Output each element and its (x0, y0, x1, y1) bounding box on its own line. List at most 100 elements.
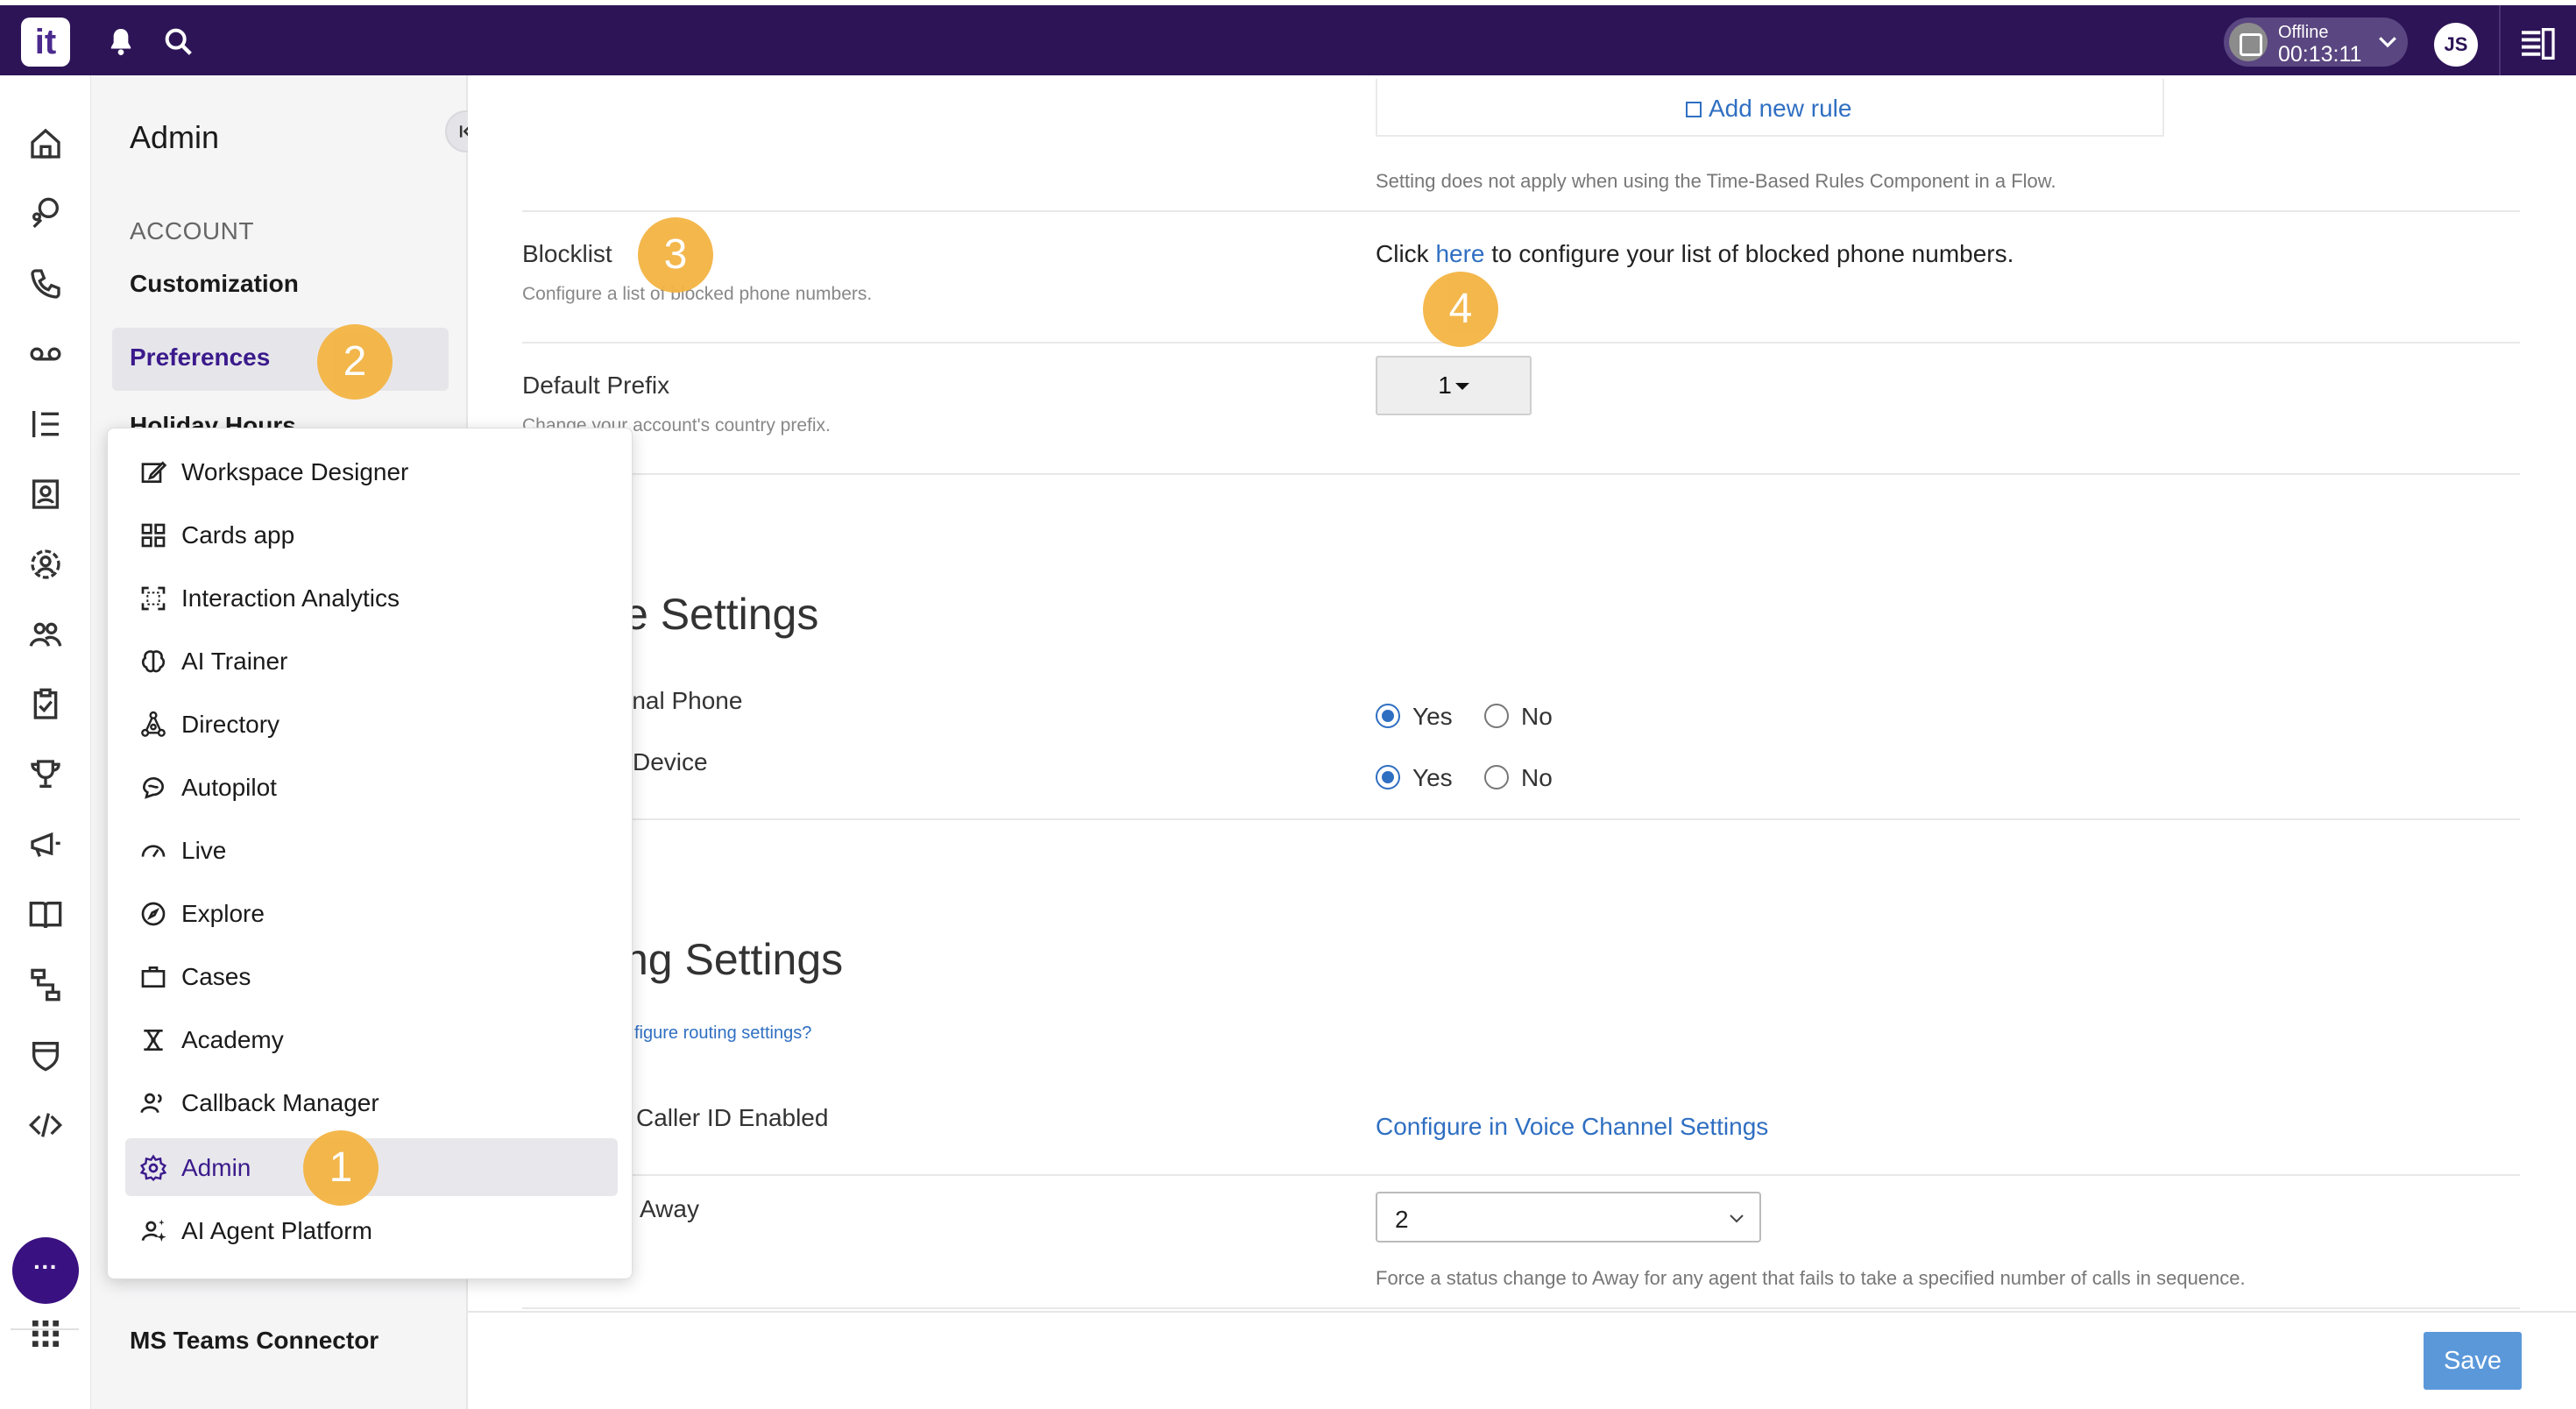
search-icon[interactable] (161, 25, 196, 60)
list-icon[interactable] (28, 407, 63, 442)
routing-settings-title: ng Settings (624, 935, 844, 984)
callout-badge-1: 1 (303, 1130, 379, 1206)
menu-item-label: Callback Manager (181, 1089, 379, 1116)
academy-icon (144, 1030, 163, 1051)
menu-item-callback-manager[interactable]: Callback Manager (108, 1075, 633, 1131)
menu-item-cases[interactable]: Cases (108, 949, 633, 1005)
device-label: Device (633, 748, 708, 775)
menu-item-ai-agent-platform[interactable]: AI Agent Platform (108, 1203, 633, 1259)
apps-grid-icon[interactable] (28, 1316, 63, 1351)
voice-channel-settings-link[interactable]: Configure in Voice Channel Settings (1376, 1113, 1768, 1141)
team-icon[interactable] (28, 617, 63, 652)
agent-icon[interactable] (28, 547, 63, 582)
caret-down-icon (1454, 383, 1469, 390)
menu-item-academy[interactable]: Academy (108, 1012, 633, 1068)
ai-agent-icon (141, 1219, 166, 1242)
add-new-rule-button[interactable]: Add new rule (1686, 95, 1851, 123)
blocklist-here-link[interactable]: here (1435, 240, 1484, 267)
divider (522, 1174, 2520, 1176)
gauge-icon (141, 845, 166, 858)
network-icon (141, 711, 166, 737)
blocklist-text-after: to configure your list of blocked phone … (1491, 240, 2014, 267)
menu-item-label: Interaction Analytics (181, 584, 400, 612)
device-settings-title: e Settings (624, 590, 819, 639)
admin-item-ms-teams-connector[interactable]: MS Teams Connector (130, 1327, 379, 1355)
default-prefix-value: 1 (1438, 372, 1452, 399)
save-button[interactable]: Save (2424, 1332, 2522, 1390)
menu-item-cards-app[interactable]: Cards app (108, 507, 633, 563)
away-note: Force a status change to Away for any ag… (1376, 1267, 2246, 1289)
admin-item-customization[interactable]: Customization (130, 270, 299, 298)
side-panel-toggle-icon[interactable] (2520, 28, 2555, 60)
external-phone-no-radio[interactable] (1484, 704, 1509, 728)
conversations-icon[interactable] (28, 196, 63, 231)
blocklist-label: Blocklist (522, 240, 612, 267)
menu-item-workspace-designer[interactable]: Workspace Designer (108, 444, 633, 500)
caller-id-label: Caller ID Enabled (636, 1104, 829, 1131)
account-section-header: ACCOUNT (130, 217, 254, 244)
menu-item-label: Cards app (181, 521, 295, 549)
default-prefix-dropdown[interactable]: 1 (1376, 356, 1532, 415)
divider (522, 210, 2520, 212)
menu-item-label: Workspace Designer (181, 458, 409, 485)
briefcase-icon (141, 966, 166, 988)
footer-bar (468, 1311, 2576, 1409)
more-apps-button[interactable]: ··· (12, 1237, 79, 1304)
megaphone-icon[interactable] (28, 827, 63, 862)
add-rule-icon (1686, 102, 1702, 117)
device-yes-radio[interactable] (1376, 765, 1400, 789)
user-avatar[interactable]: JS (2434, 23, 2478, 67)
callout-badge-3: 3 (638, 217, 713, 293)
status-label: Offline (2278, 23, 2329, 42)
nav-rail: ··· (0, 75, 91, 1409)
status-selector[interactable]: Offline 00:13:11 (2224, 18, 2408, 67)
app-logo[interactable]: it (21, 18, 70, 67)
compass-icon (141, 902, 166, 926)
menu-item-label: Autopilot (181, 774, 277, 801)
device-no-label: No (1521, 764, 1553, 791)
top-bar: it Offline 00:13:11 JS (0, 0, 2576, 75)
chevron-down-icon (2379, 37, 2396, 48)
clipboard-icon[interactable] (28, 687, 63, 722)
device-no-radio[interactable] (1484, 765, 1509, 789)
time-rules-note: Setting does not apply when using the Ti… (1376, 170, 2056, 192)
bell-icon[interactable] (103, 25, 138, 60)
menu-item-label: Admin (181, 1154, 251, 1181)
callout-badge-4: 4 (1423, 272, 1498, 347)
home-icon[interactable] (28, 126, 63, 161)
voicemail-icon[interactable] (28, 336, 63, 372)
status-timer: 00:13:11 (2278, 42, 2362, 67)
menu-item-directory[interactable]: Directory (108, 697, 633, 753)
gear-icon (139, 1154, 167, 1182)
external-phone-label: rnal Phone (624, 687, 743, 714)
blocklist-description: Configure a list of blocked phone number… (522, 284, 873, 304)
routing-help-link[interactable]: figure routing settings? (634, 1023, 811, 1044)
menu-item-ai-trainer[interactable]: AI Trainer (108, 634, 633, 690)
menu-item-explore[interactable]: Explore (108, 886, 633, 942)
book-icon[interactable] (28, 897, 63, 932)
menu-item-live[interactable]: Live (108, 823, 633, 879)
device-yes-label: Yes (1412, 764, 1453, 791)
external-phone-yes-radio[interactable] (1376, 704, 1400, 728)
blocklist-text-before: Click (1376, 240, 1429, 267)
admin-item-preferences[interactable]: Preferences (130, 343, 270, 372)
users-icon (140, 1093, 162, 1114)
status-offline-icon (2229, 23, 2268, 61)
menu-item-label: Explore (181, 900, 265, 927)
trophy-icon[interactable] (28, 757, 63, 792)
away-count-select[interactable]: 2 (1376, 1192, 1761, 1243)
menu-item-label: Cases (181, 963, 251, 990)
menu-item-interaction-analytics[interactable]: Interaction Analytics (108, 570, 633, 627)
grid-icon (141, 523, 166, 548)
contacts-icon[interactable] (28, 477, 63, 512)
divider (522, 818, 2520, 820)
shield-icon[interactable] (28, 1037, 63, 1073)
flow-icon[interactable] (28, 967, 63, 1002)
chat-icon (142, 776, 165, 799)
menu-item-autopilot[interactable]: Autopilot (108, 760, 633, 816)
topbar-divider (2499, 5, 2501, 75)
add-new-rule-label: Add new rule (1709, 95, 1852, 122)
menu-item-label: Directory (181, 711, 280, 738)
phone-icon[interactable] (28, 266, 63, 301)
code-icon[interactable] (28, 1108, 63, 1143)
